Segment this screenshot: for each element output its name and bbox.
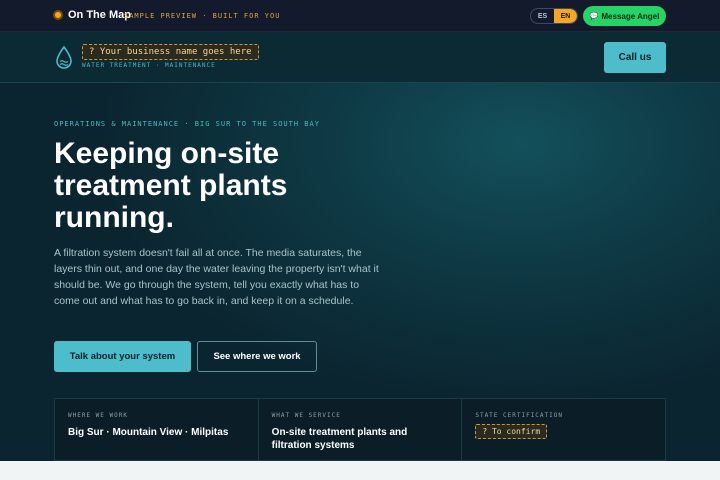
business-header: ? Your business name goes here Call us (0, 32, 720, 83)
brand[interactable]: On The Map (53, 9, 131, 21)
chat-bubble-icon: 💬 (589, 13, 599, 20)
business-name-placeholder: ? Your business name goes here (82, 44, 259, 60)
call-us-button[interactable]: Call us (604, 42, 666, 73)
info-value: Big Sur · Mountain View · Milpitas (68, 427, 229, 438)
info-cell-where: WHERE WE WORK Big Sur · Mountain View · … (55, 399, 259, 460)
hero-headline: Keeping on-site treatment plants running… (54, 137, 288, 234)
top-bar: On The Map SAMPLE PREVIEW · BUILT FOR YO… (0, 0, 720, 32)
business-subtitle: WATER TREATMENT · MAINTENANCE (82, 62, 216, 69)
info-strip: WHERE WE WORK Big Sur · Mountain View · … (54, 398, 666, 461)
info-label: STATE CERTIFICATION (475, 412, 563, 419)
certification-placeholder: ? To confirm (475, 424, 548, 439)
see-where-we-work-button[interactable]: See where we work (197, 341, 317, 372)
info-value: On-site treatment plants and filtration … (271, 427, 408, 451)
message-angel-button[interactable]: 💬 Message Angel (583, 6, 666, 26)
info-cell-service: WHAT WE SERVICE On-site treatment plants… (259, 399, 463, 460)
hero-description: A filtration system doesn't fail all at … (54, 247, 379, 307)
info-cell-certification: STATE CERTIFICATION ? To confirm (462, 399, 665, 460)
message-angel-label: Message Angel (601, 11, 660, 21)
brand-name: On The Map (68, 9, 131, 21)
preview-tagline: SAMPLE PREVIEW · BUILT FOR YOU (124, 12, 281, 20)
info-label: WHAT WE SERVICE (271, 412, 341, 419)
next-section-edge (0, 461, 720, 480)
water-drop-icon (56, 46, 72, 69)
talk-about-system-button[interactable]: Talk about your system (54, 341, 191, 372)
info-label: WHERE WE WORK (68, 412, 128, 419)
hero-eyebrow: OPERATIONS & MAINTENANCE · BIG SUR TO TH… (54, 120, 320, 128)
lang-en-button[interactable]: EN (554, 9, 577, 23)
language-switcher: ES EN (530, 8, 578, 24)
hero-section: OPERATIONS & MAINTENANCE · BIG SUR TO TH… (0, 83, 720, 461)
lang-es-button[interactable]: ES (531, 9, 554, 23)
brand-dot-icon (53, 10, 63, 20)
